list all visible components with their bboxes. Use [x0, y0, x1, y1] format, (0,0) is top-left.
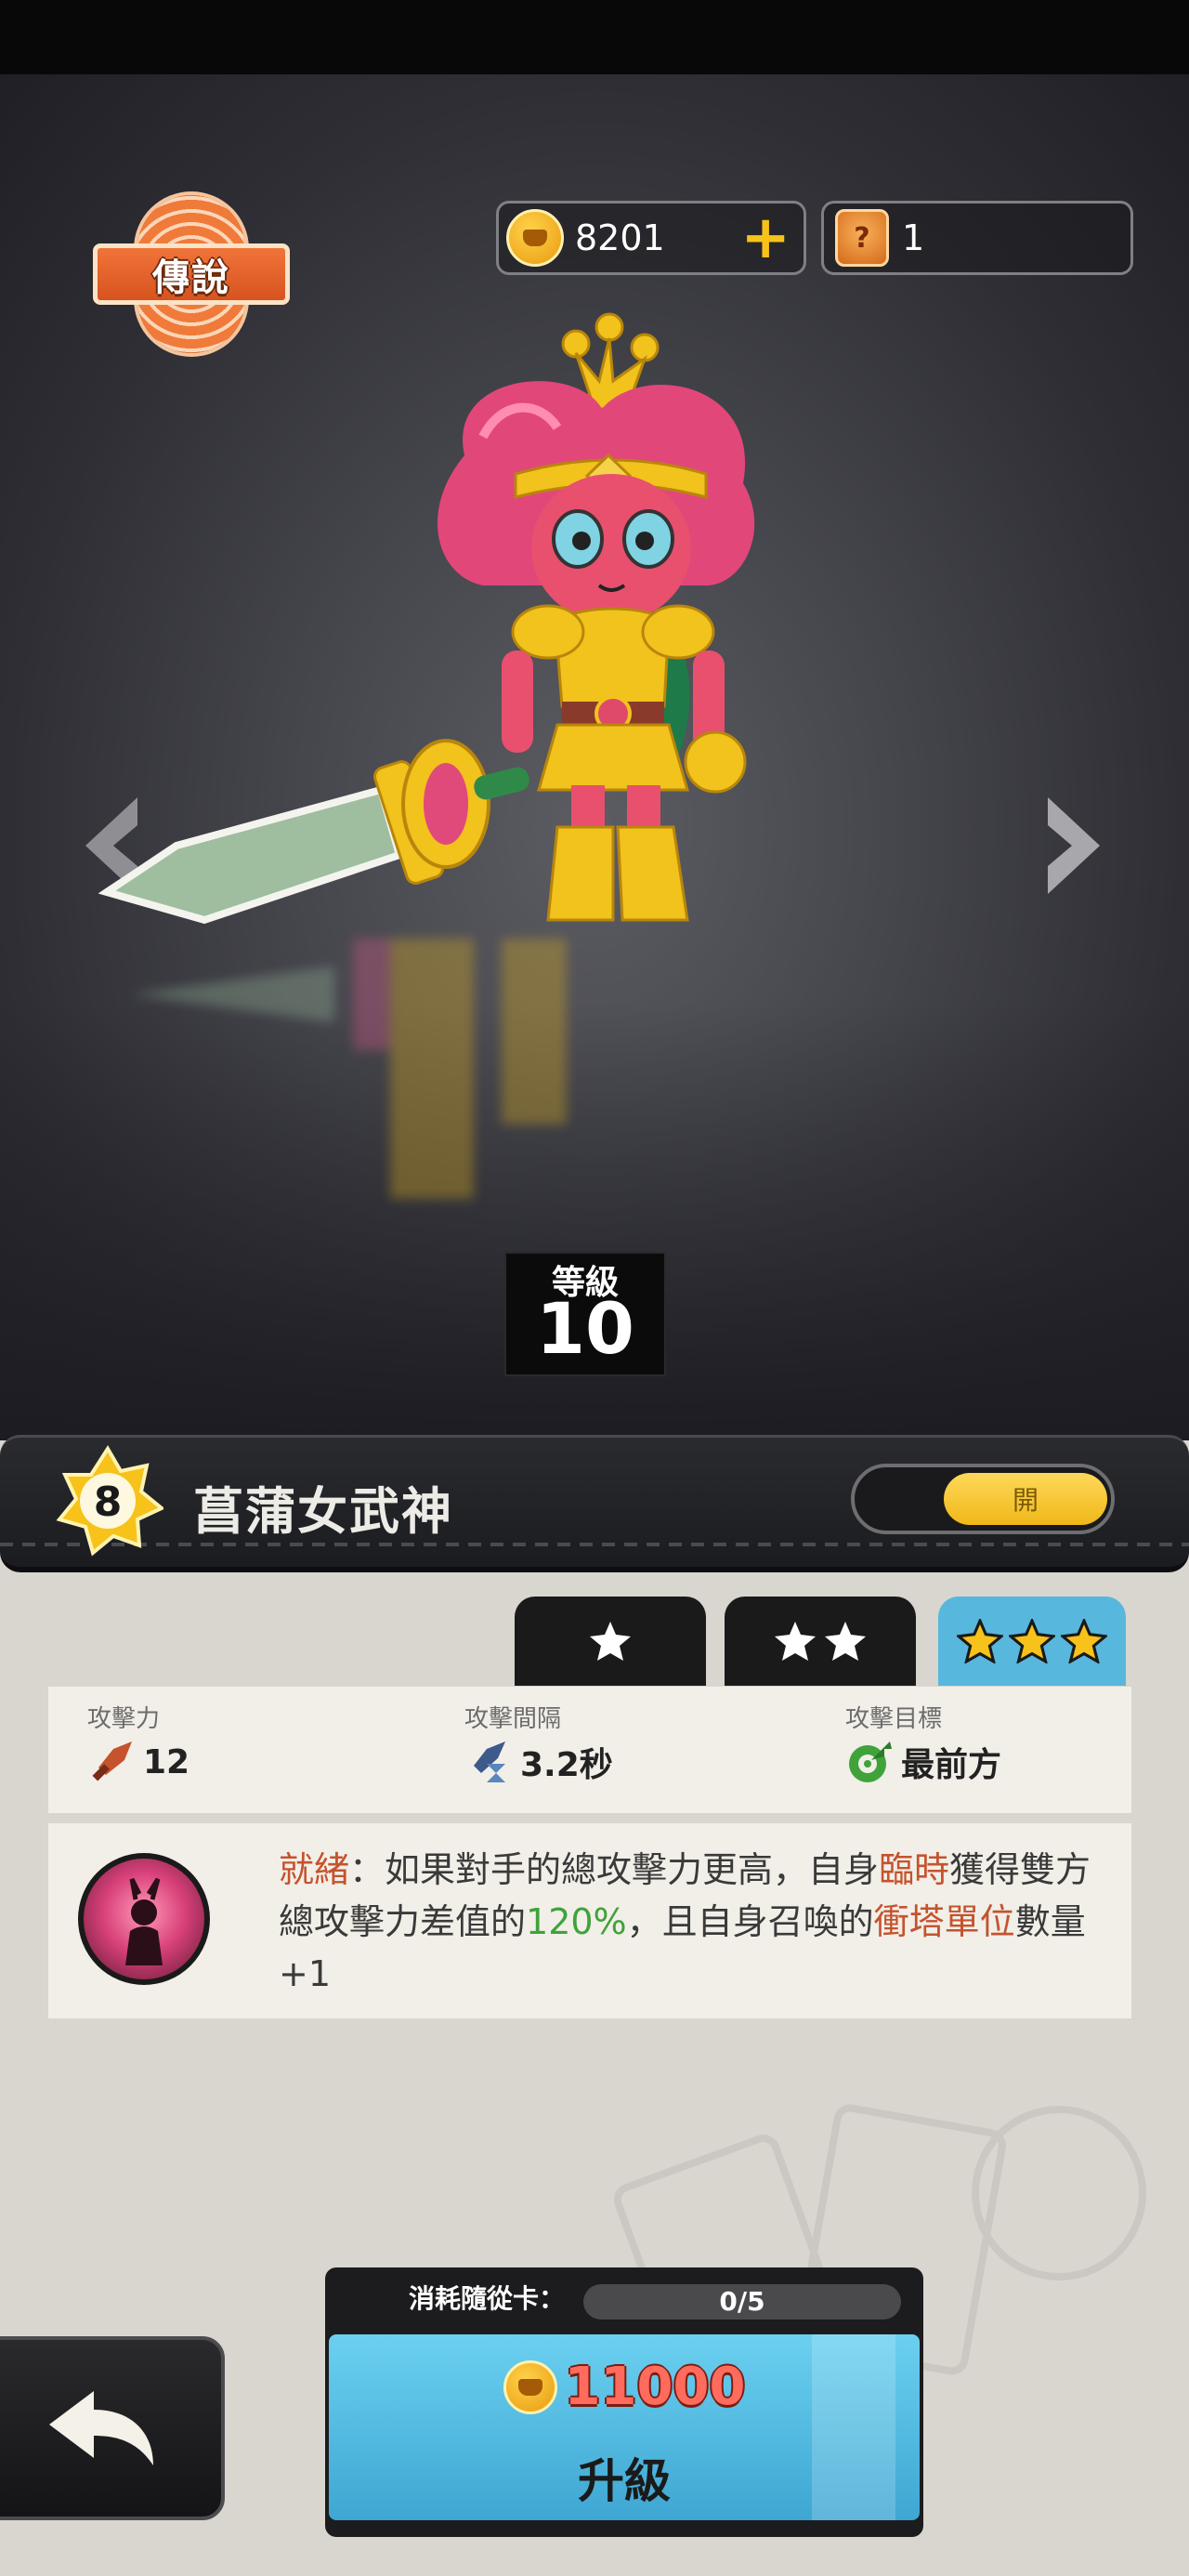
ticket-counter[interactable]: ? 1	[821, 201, 1133, 275]
star-icon	[775, 1622, 816, 1661]
gold-coin-icon	[503, 2359, 557, 2414]
attack-stat: 攻擊力 12	[87, 1700, 189, 1786]
skill-description: 就緒：如果對手的總攻擊力更高，自身臨時獲得雙方總攻擊力差值的120%，且自身召喚…	[279, 1844, 1115, 2000]
skill-highlight-percent: 120%	[526, 1901, 627, 1942]
tab-one-star[interactable]	[515, 1597, 706, 1686]
skill-name: 就緒	[279, 1849, 350, 1890]
target-label: 攻擊目標	[845, 1705, 943, 1733]
stats-panel: 攻擊力 12 攻擊間隔 3.2秒 攻擊目標 最前方	[48, 1687, 1131, 1813]
upgrade-gold-cost: 11000	[564, 2357, 746, 2417]
skill-text-part: ：如果對手的總攻擊力更高，自身	[349, 1849, 880, 1890]
skill-highlight-unit: 衝塔單位	[873, 1901, 1015, 1942]
skill-text-part: ，且自身召喚的	[626, 1901, 874, 1942]
card-cost-label: 消耗隨從卡：	[409, 2283, 566, 2314]
target-stat: 攻擊目標 最前方	[845, 1700, 1001, 1786]
target-value: 最前方	[901, 1746, 1002, 1784]
toggle-knob[interactable]: 開	[944, 1473, 1107, 1525]
interval-label: 攻擊間隔	[464, 1705, 562, 1733]
attack-value: 12	[143, 1742, 190, 1781]
star-icon	[590, 1622, 631, 1661]
add-gold-icon[interactable]: +	[740, 208, 790, 268]
gold-coin-icon	[506, 209, 564, 267]
gold-amount: 8201	[575, 217, 665, 258]
upgrade-button[interactable]: 11000 升級	[325, 2331, 923, 2524]
silhouette-icon	[125, 1877, 163, 1965]
skill-highlight-temporary: 臨時	[879, 1849, 950, 1890]
level-value: 10	[536, 1287, 634, 1370]
ticket-amount: 1	[902, 217, 925, 258]
next-hero-arrow-icon[interactable]	[1039, 790, 1113, 901]
upgrade-label: 升級	[578, 2454, 671, 2508]
card-progress-bar: 0/5	[583, 2284, 901, 2320]
interval-stat: 攻擊間隔 3.2秒	[464, 1700, 613, 1786]
tab-two-stars[interactable]	[725, 1597, 916, 1686]
star-rank-value: 8	[93, 1479, 123, 1526]
target-icon	[849, 1741, 892, 1782]
upgrade-cost: 11000	[329, 2357, 920, 2417]
hero-name: 菖蒲女武神	[193, 1482, 453, 1541]
star-icon	[1061, 1619, 1107, 1663]
star-icon	[825, 1622, 866, 1661]
status-bar	[0, 0, 1189, 74]
sword-icon	[92, 1741, 132, 1781]
skill-icon	[78, 1853, 210, 1985]
star-icon	[957, 1619, 1003, 1663]
card-progress-text: 0/5	[719, 2286, 765, 2317]
hourglass-sword-icon	[474, 1741, 505, 1782]
attack-label: 攻擊力	[87, 1705, 161, 1733]
back-button[interactable]	[0, 2336, 225, 2520]
gold-counter[interactable]: 8201 +	[496, 201, 806, 275]
summon-ticket-icon: ?	[835, 209, 889, 267]
tab-three-stars[interactable]	[938, 1597, 1126, 1686]
interval-value: 3.2秒	[520, 1746, 613, 1784]
star-rank-badge: 8	[52, 1445, 165, 1557]
star-icon	[1009, 1619, 1055, 1663]
skill-panel: 就緒：如果對手的總攻擊力更高，自身臨時獲得雙方總攻擊力差值的120%，且自身召喚…	[48, 1823, 1131, 2018]
hero-level-display: 等級 10	[504, 1252, 666, 1376]
hero-character-figure	[98, 312, 755, 925]
feature-toggle[interactable]: 開	[851, 1464, 1115, 1534]
back-arrow-icon	[49, 2391, 153, 2465]
rarity-label: 傳說	[93, 243, 290, 305]
